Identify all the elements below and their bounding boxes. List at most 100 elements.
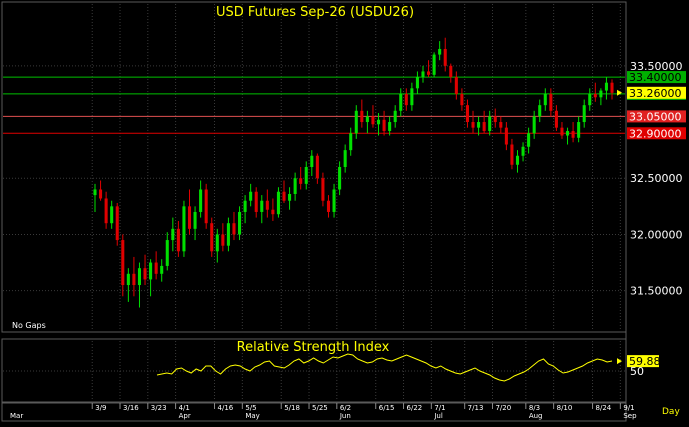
- candle-body: [482, 122, 486, 132]
- candle-body: [410, 88, 414, 106]
- candle-body: [332, 189, 336, 212]
- candle-body: [115, 206, 119, 241]
- candle-body: [571, 131, 575, 138]
- date-tick-label: 5/25: [312, 404, 328, 412]
- candle-body: [232, 223, 236, 235]
- candle: [210, 217, 214, 257]
- candle-body: [593, 93, 597, 98]
- candle-body: [187, 206, 192, 229]
- candle-body: [554, 110, 558, 128]
- date-tick-label: 5/18: [284, 404, 300, 412]
- candle-body: [288, 193, 292, 201]
- candle-body: [599, 90, 603, 98]
- candle-body: [610, 82, 614, 93]
- candle-body: [510, 144, 514, 165]
- candle-body: [99, 189, 103, 199]
- candle-body: [604, 82, 608, 91]
- date-tick-label: 3/16: [123, 404, 139, 412]
- candle-body: [382, 119, 386, 132]
- candle-body: [304, 167, 308, 184]
- candle-body: [532, 116, 536, 134]
- candle-body: [321, 178, 325, 201]
- month-label: Mar: [10, 412, 23, 420]
- candle-body: [538, 105, 542, 117]
- price-tick-label: 32.50000: [630, 172, 683, 185]
- candle-body: [126, 273, 130, 286]
- candle-body: [415, 77, 419, 89]
- candle-body: [477, 122, 481, 128]
- candle-body: [143, 268, 147, 280]
- date-tick-label: 8/24: [596, 404, 612, 412]
- candle-body: [582, 105, 586, 123]
- price-tick-label: 31.50000: [630, 285, 683, 298]
- candle-body: [199, 189, 203, 212]
- candle-body: [221, 234, 225, 246]
- price-level-badge-text: 33.05000: [629, 110, 682, 123]
- candle-body: [265, 200, 269, 210]
- price-level-badge: 32.90000: [627, 127, 686, 140]
- candle-body: [499, 122, 503, 128]
- candle-body: [110, 206, 114, 224]
- candle-body: [93, 189, 97, 196]
- candle-body: [427, 71, 431, 75]
- candle-body: [315, 155, 319, 179]
- date-tick-label: 8/10: [557, 404, 573, 412]
- candle-body: [371, 116, 375, 125]
- candle-body: [249, 191, 253, 201]
- candle-body: [260, 200, 264, 212]
- candle-body: [588, 93, 592, 106]
- candle: [182, 200, 186, 257]
- rsi-last-badge: 59.88: [627, 355, 661, 368]
- candle-body: [404, 93, 408, 106]
- candle-body: [104, 198, 108, 224]
- date-tick-label: 6/22: [407, 404, 423, 412]
- candle-body: [182, 206, 186, 252]
- last-price-badge-text: 33.26000: [629, 87, 682, 100]
- candle-body: [226, 223, 230, 246]
- chart-canvas: 31.5000032.0000032.5000033.5000033.40000…: [0, 0, 689, 423]
- candle-body: [493, 116, 497, 123]
- candle-body: [326, 200, 331, 212]
- candle-body: [121, 240, 125, 286]
- candle-body: [176, 228, 180, 252]
- candle-body: [360, 110, 364, 123]
- date-tick-label: 4/16: [218, 404, 234, 412]
- last-price-badge: 33.26000: [627, 86, 686, 100]
- candle-body: [238, 211, 242, 235]
- candle-body: [432, 54, 436, 75]
- candle-body: [543, 93, 547, 106]
- month-label: May: [245, 412, 259, 420]
- date-tick-label: 7/1: [434, 404, 445, 412]
- candle-body: [488, 116, 492, 132]
- candle-body: [276, 191, 280, 215]
- candle-body: [338, 167, 342, 190]
- date-tick-label: 3/23: [151, 404, 167, 412]
- candle-body: [254, 191, 258, 212]
- candle-body: [365, 116, 369, 123]
- candle-body: [165, 240, 169, 266]
- candle-body: [460, 93, 464, 106]
- price-level-badge: 33.05000: [627, 110, 686, 123]
- candle-body: [421, 71, 425, 78]
- candle-body: [449, 65, 453, 78]
- candle-body: [215, 234, 219, 252]
- candle-body: [282, 191, 286, 201]
- price-level-badge-text: 33.40000: [629, 71, 682, 84]
- date-tick-label: 7/13: [468, 404, 484, 412]
- date-tick-label: 6/2: [340, 404, 351, 412]
- candle: [276, 187, 280, 218]
- candle-body: [299, 178, 303, 184]
- month-label: Jun: [339, 412, 351, 420]
- candle-body: [515, 155, 520, 165]
- candle: [204, 183, 208, 229]
- candle-body: [438, 48, 442, 55]
- candle-body: [454, 77, 458, 94]
- candle-body: [565, 131, 570, 136]
- candle-body: [160, 265, 164, 274]
- candle-body: [354, 110, 358, 134]
- candle-body: [465, 105, 469, 123]
- price-level-badge-text: 32.90000: [629, 127, 682, 140]
- candle-body: [243, 200, 247, 212]
- candle-body: [549, 93, 553, 111]
- candle-body: [393, 110, 397, 123]
